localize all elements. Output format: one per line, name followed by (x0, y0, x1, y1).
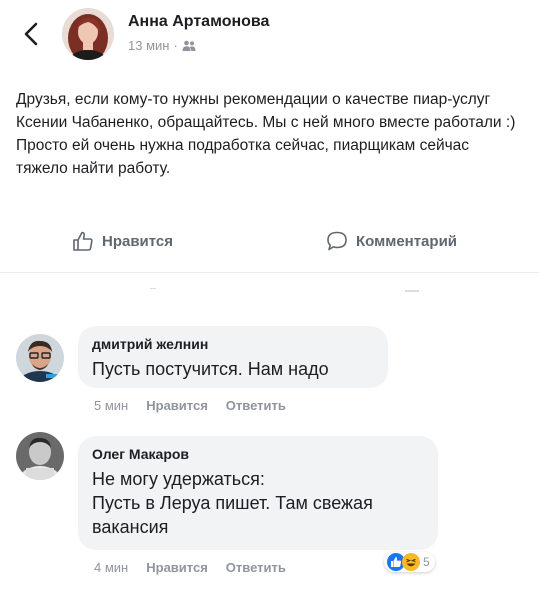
comment-reply-button[interactable]: Ответить (226, 398, 286, 413)
post-actions: Нравится Комментарий (0, 226, 539, 262)
post-meta: 13 мин · (128, 38, 196, 53)
commenter-avatar[interactable] (16, 334, 64, 382)
back-button[interactable] (18, 18, 44, 50)
reaction-count: 5 (423, 555, 430, 569)
comment-time[interactable]: 4 мин (94, 560, 128, 575)
comment-item: дмитрий желнин Пусть постучится. Нам над… (0, 320, 539, 420)
comment-like-button[interactable]: Нравится (146, 560, 208, 575)
haha-reaction-icon (402, 553, 420, 571)
divider (0, 272, 539, 273)
like-label: Нравится (102, 232, 174, 250)
comment-text-line: Не могу удержаться: (92, 469, 265, 489)
comment-bubble: дмитрий желнин Пусть постучится. Нам над… (78, 326, 388, 388)
comment-text-line: вакансия (92, 517, 169, 537)
reactions-badge[interactable]: 5 (384, 552, 435, 572)
divider-mark (405, 290, 419, 292)
comment-reply-button[interactable]: Ответить (226, 560, 286, 575)
comment-label: Комментарий (356, 232, 458, 250)
divider-mark (150, 288, 156, 289)
comment-bubble-icon (327, 231, 347, 251)
comment-meta: 5 мин Нравится Ответить (94, 398, 286, 413)
like-button[interactable]: Нравится (72, 230, 173, 252)
comment-like-button[interactable]: Нравится (146, 398, 208, 413)
post-time[interactable]: 13 мин (128, 38, 169, 53)
author-name[interactable]: Анна Артамонова (128, 13, 269, 31)
comment-text-line: Пусть в Леруа пишет. Там свежая (92, 493, 373, 513)
comment-button[interactable]: Комментарий (326, 230, 457, 252)
post-header: Анна Артамонова 13 мин · (0, 0, 539, 80)
comment-time[interactable]: 5 мин (94, 398, 128, 413)
comment-text: Пусть постучится. Нам надо (92, 359, 329, 379)
post-text: Друзья, если кому-то нужны рекомендации … (16, 91, 516, 177)
commenter-avatar[interactable] (16, 432, 64, 480)
thumbs-up-icon (73, 231, 93, 251)
friends-icon[interactable] (182, 40, 196, 52)
commenter-name[interactable]: дмитрий желнин (92, 336, 374, 352)
comment-item: Олег Макаров Не могу удержаться: Пусть в… (0, 430, 539, 590)
commenter-name[interactable]: Олег Макаров (92, 446, 424, 462)
comment-meta: 4 мин Нравится Ответить (94, 560, 286, 575)
meta-separator: · (173, 38, 178, 53)
author-avatar[interactable] (62, 8, 114, 60)
comment-bubble: Олег Макаров Не могу удержаться: Пусть в… (78, 436, 438, 550)
chevron-left-icon (24, 22, 38, 46)
